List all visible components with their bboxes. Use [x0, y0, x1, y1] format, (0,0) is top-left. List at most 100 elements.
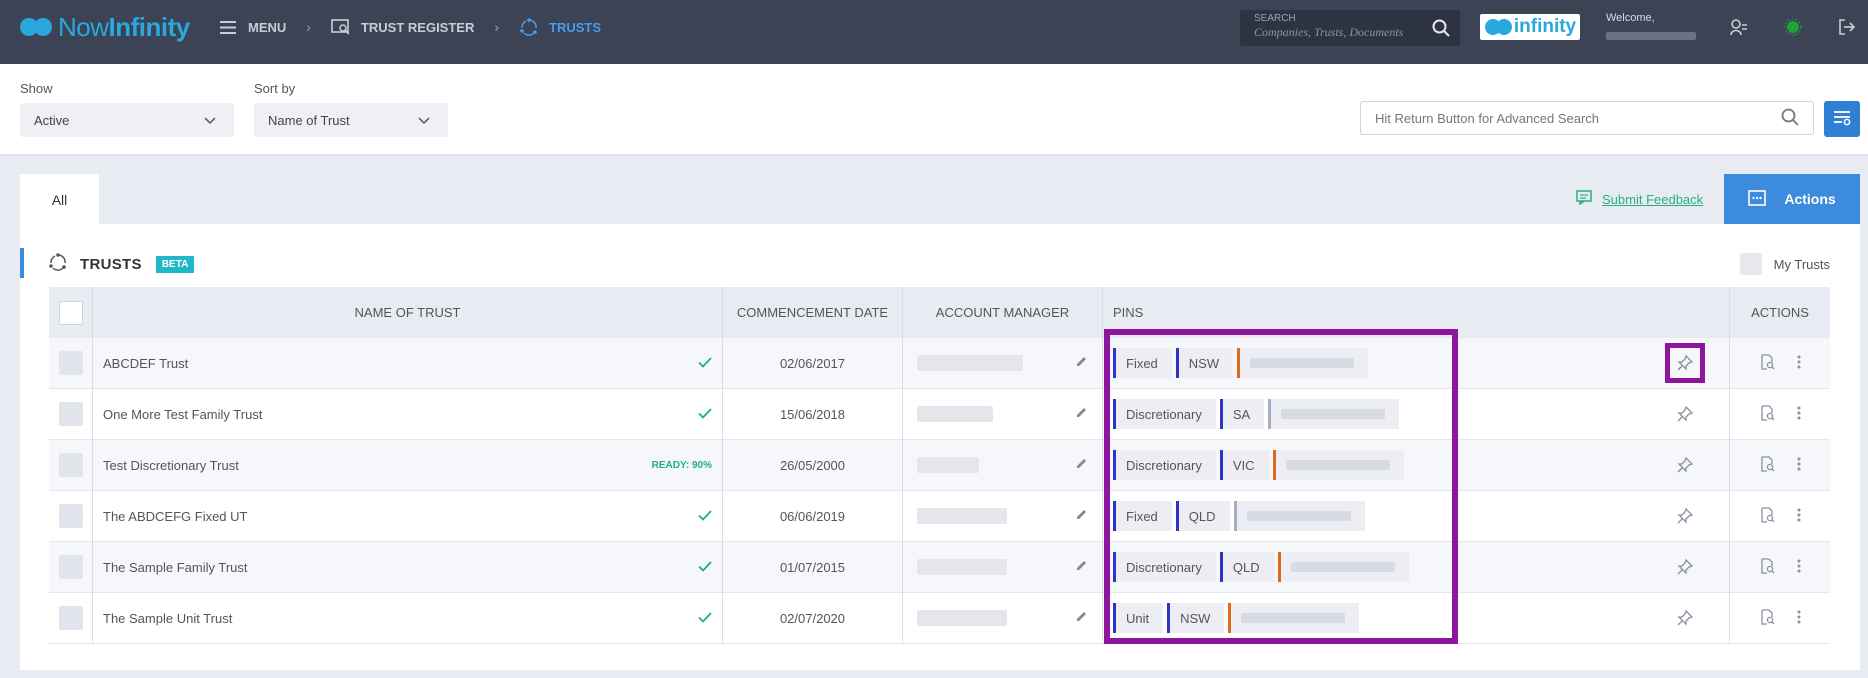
row-checkbox[interactable]: [58, 453, 83, 477]
trust-name-cell[interactable]: The ABDCEFG Fixed UT: [93, 491, 723, 541]
pin-tag[interactable]: VIC: [1219, 450, 1269, 480]
view-document-icon[interactable]: [1760, 608, 1775, 628]
pin-tag-redacted[interactable]: [1272, 450, 1404, 480]
list-settings-icon: [1833, 110, 1851, 129]
pin-tag-redacted[interactable]: [1233, 501, 1365, 531]
submit-feedback-link[interactable]: Submit Feedback: [1576, 190, 1703, 208]
my-trusts-toggle[interactable]: My Trusts: [1739, 253, 1830, 275]
pins-cell: Unit NSW: [1103, 593, 1730, 643]
pin-icon[interactable]: [1665, 598, 1705, 638]
column-header-manager[interactable]: ACCOUNT MANAGER: [903, 287, 1103, 338]
pin-tag[interactable]: QLD: [1175, 501, 1230, 531]
row-checkbox[interactable]: [58, 606, 83, 630]
table-row[interactable]: One More Test Family Trust 15/06/2018 Di…: [49, 389, 1830, 440]
more-options-icon[interactable]: [1797, 406, 1801, 423]
beta-badge: BETA: [155, 255, 195, 273]
trust-name[interactable]: The Sample Family Trust: [103, 560, 698, 575]
pin-tag-redacted[interactable]: [1268, 399, 1400, 429]
trust-name-cell[interactable]: Test Discretionary Trust READY: 90%: [93, 440, 723, 490]
pin-tag[interactable]: Unit: [1113, 603, 1164, 633]
search-icon[interactable]: [1781, 108, 1799, 129]
pin-tag-redacted[interactable]: [1228, 603, 1360, 633]
logout-icon[interactable]: [1838, 18, 1856, 39]
trust-name-cell[interactable]: ABCDEF Trust: [93, 338, 723, 388]
view-document-icon[interactable]: [1760, 506, 1775, 526]
pencil-icon[interactable]: [1075, 406, 1088, 422]
commencement-date: 01/07/2015: [723, 542, 903, 592]
pin-tag[interactable]: Fixed: [1113, 501, 1172, 531]
status-badge: READY: 90%: [651, 459, 712, 471]
pencil-icon[interactable]: [1075, 559, 1088, 575]
global-search-input[interactable]: SEARCH Companies, Trusts, Documents: [1240, 10, 1460, 46]
trust-name[interactable]: The Sample Unit Trust: [103, 611, 698, 626]
trust-name[interactable]: ABCDEF Trust: [103, 356, 698, 371]
tab-all[interactable]: All: [20, 174, 99, 226]
column-header-date[interactable]: COMMENCEMENT DATE: [723, 287, 903, 338]
row-checkbox[interactable]: [58, 402, 83, 426]
pin-icon[interactable]: [1665, 343, 1705, 383]
row-checkbox-cell: [49, 491, 93, 541]
brand-text: infinity: [1513, 16, 1577, 37]
row-checkbox[interactable]: [58, 504, 83, 528]
search-icon[interactable]: [1432, 19, 1450, 40]
more-options-icon[interactable]: [1797, 559, 1801, 576]
pencil-icon[interactable]: [1075, 508, 1088, 524]
pin-tag[interactable]: Discretionary: [1113, 399, 1216, 429]
pin-tag[interactable]: NSW: [1167, 603, 1225, 633]
pin-tag-redacted[interactable]: [1237, 348, 1369, 378]
pencil-icon[interactable]: [1075, 610, 1088, 626]
breadcrumb-trusts[interactable]: TRUSTS: [519, 18, 601, 36]
pin-tag[interactable]: Discretionary: [1113, 450, 1216, 480]
advanced-search-options-button[interactable]: [1824, 101, 1860, 137]
breadcrumb-label: TRUSTS: [549, 19, 602, 35]
table-row[interactable]: Test Discretionary Trust READY: 90% 26/05…: [49, 440, 1830, 491]
select-all-checkbox[interactable]: [58, 300, 83, 325]
breadcrumb-trust-register[interactable]: TRUST REGISTER: [331, 18, 474, 36]
view-document-icon[interactable]: [1760, 404, 1775, 424]
more-options-icon[interactable]: [1797, 457, 1801, 474]
pin-tag[interactable]: QLD: [1219, 552, 1274, 582]
pin-icon[interactable]: [1665, 496, 1705, 536]
more-options-icon[interactable]: [1797, 610, 1801, 627]
table-row[interactable]: ABCDEF Trust 02/06/2017 Fixed NSW: [49, 338, 1830, 389]
advanced-search-input[interactable]: Hit Return Button for Advanced Search: [1360, 101, 1814, 135]
pencil-icon[interactable]: [1075, 355, 1088, 371]
trust-name[interactable]: One More Test Family Trust: [103, 407, 698, 422]
pin-tag-redacted[interactable]: [1277, 552, 1409, 582]
column-header-name[interactable]: NAME OF TRUST: [93, 287, 723, 338]
pencil-icon[interactable]: [1075, 457, 1088, 473]
more-options-icon[interactable]: [1797, 508, 1801, 525]
trust-name[interactable]: Test Discretionary Trust: [103, 458, 652, 473]
actions-button[interactable]: Actions: [1724, 174, 1860, 224]
pin-tag[interactable]: SA: [1219, 399, 1265, 429]
row-checkbox[interactable]: [58, 351, 83, 375]
trust-name[interactable]: The ABDCEFG Fixed UT: [103, 509, 698, 524]
pin-tag[interactable]: Discretionary: [1113, 552, 1216, 582]
nowinfinity-logo[interactable]: NowInfinity: [20, 12, 190, 43]
trust-name-cell[interactable]: One More Test Family Trust: [93, 389, 723, 439]
trust-name-cell[interactable]: The Sample Unit Trust: [93, 593, 723, 643]
my-trusts-checkbox[interactable]: [1739, 253, 1762, 275]
trust-name-cell[interactable]: The Sample Family Trust: [93, 542, 723, 592]
sort-select[interactable]: Name of Trust: [254, 103, 448, 137]
pin-icon[interactable]: [1665, 394, 1705, 434]
table-row[interactable]: The Sample Unit Trust 02/07/2020 Unit NSW: [49, 593, 1830, 644]
view-document-icon[interactable]: [1760, 557, 1775, 577]
table-row[interactable]: The Sample Family Trust 01/07/2015 Discr…: [49, 542, 1830, 593]
user-profile-icon[interactable]: [1730, 18, 1748, 39]
view-document-icon[interactable]: [1760, 353, 1775, 373]
menu-button[interactable]: MENU: [218, 18, 286, 36]
row-actions-cell: [1730, 542, 1830, 592]
pin-icon[interactable]: [1665, 445, 1705, 485]
pin-tag[interactable]: Fixed: [1113, 348, 1172, 378]
pin-icon[interactable]: [1665, 547, 1705, 587]
view-document-icon[interactable]: [1760, 455, 1775, 475]
pin-tag[interactable]: NSW: [1175, 348, 1234, 378]
trusts-panel: TRUSTS BETA My Trusts NAME OF TRUST COMM…: [20, 224, 1860, 670]
table-row[interactable]: The ABDCEFG Fixed UT 06/06/2019 Fixed QLD: [49, 491, 1830, 542]
more-options-icon[interactable]: [1797, 355, 1801, 372]
row-checkbox[interactable]: [58, 555, 83, 579]
trusts-icon: [48, 252, 68, 276]
show-select[interactable]: Active: [20, 103, 234, 137]
account-manager-cell: [903, 440, 1103, 490]
